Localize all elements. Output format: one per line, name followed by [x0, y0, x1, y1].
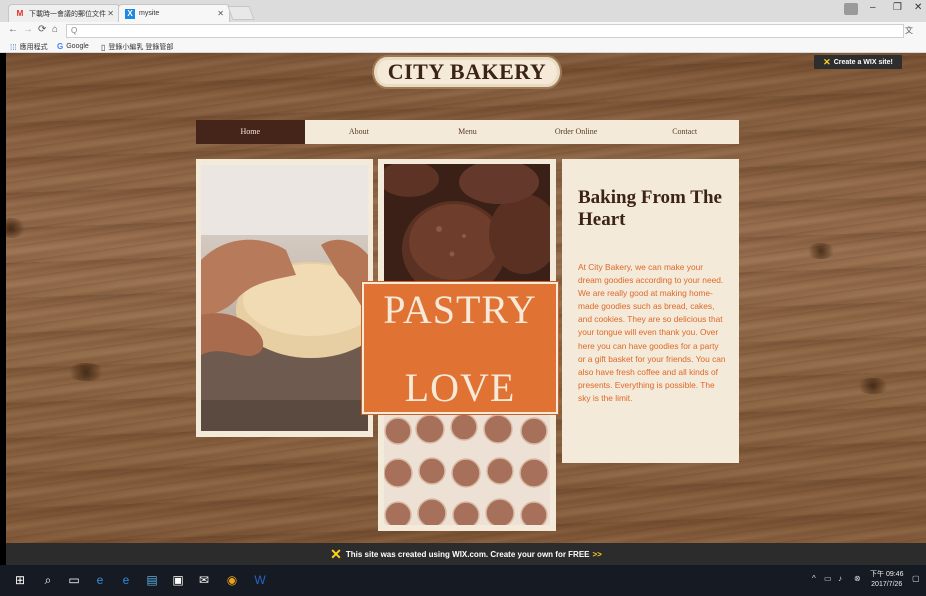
google-icon: G — [57, 42, 64, 51]
internet-explorer-icon[interactable]: e — [118, 572, 134, 588]
menu-menu[interactable]: Menu — [413, 120, 522, 144]
love-text: LOVE — [404, 365, 516, 410]
wood-knot — [6, 218, 26, 238]
wix-page: ✕ Create a WIX site! CITY BAKERY Home Ab… — [6, 53, 926, 543]
bookmarks-bar: ⁞⁞⁞ 應用程式 G Google ▯ 登錄小編乳 登錄管部 — [0, 40, 926, 53]
tab-label: 下載時一會議的郵位文件 — [29, 10, 106, 18]
network-icon[interactable]: ▭ — [824, 574, 832, 583]
logo-text: CITY BAKERY — [387, 59, 547, 84]
notifications-icon[interactable]: ▢ — [912, 574, 920, 583]
task-view-icon[interactable]: ▭ — [66, 572, 82, 588]
wix-icon: X — [125, 8, 135, 19]
search-icon[interactable]: ⌕ — [40, 572, 56, 588]
photo-frame — [196, 159, 373, 437]
apps-icon: ⁞⁞⁞ — [10, 42, 17, 52]
menu-about[interactable]: About — [305, 120, 414, 144]
muffins-illustration — [384, 164, 550, 290]
wood-knot — [856, 378, 890, 394]
wix-banner-text: This site was created using WIX.com. Cre… — [345, 549, 590, 559]
bookmark-apps[interactable]: ⁞⁞⁞ 應用程式 — [10, 42, 48, 52]
reload-icon[interactable]: ⟳ — [38, 24, 46, 35]
page-icon: ▯ — [101, 42, 106, 52]
address-bar[interactable]: Q — [66, 24, 904, 38]
back-icon[interactable]: ← — [8, 24, 18, 35]
create-wix-site-button[interactable]: ✕ Create a WIX site! — [814, 55, 902, 69]
cookies-photo — [384, 413, 550, 525]
toolbar: ← → ⟳ ⌂ Q 文 — [0, 22, 926, 40]
dough-illustration — [201, 165, 368, 431]
windows-start-icon[interactable]: ⊞ — [12, 572, 28, 588]
tab-mysite[interactable]: X mysite ✕ — [118, 4, 230, 22]
chrome-icon[interactable]: ◉ — [224, 572, 240, 588]
translate-icon[interactable]: 文 — [905, 25, 913, 36]
bookmark-google[interactable]: G Google — [57, 42, 89, 51]
system-clock[interactable]: 下午 09:46 2017/7/26 — [870, 570, 903, 590]
wix-footer-banner[interactable]: ✕ This site was created using WIX.com. C… — [6, 543, 926, 565]
windows-taskbar: ⊞ ⌕ ▭ e e ▤ ▣ ✉ ◉ W ^ ▭ ♪ ⊗ 下午 09:46 201… — [0, 565, 926, 596]
tab-gmail[interactable]: M 下載時一會議的郵位文件 ✕ — [8, 4, 120, 22]
tab-label: mysite — [139, 10, 160, 17]
close-window-icon[interactable]: ✕ — [914, 2, 922, 13]
clock-date: 2017/7/26 — [871, 581, 903, 588]
bookmark-label: 登錄小編乳 登錄管部 — [108, 44, 174, 51]
pastry-text: PASTRY — [383, 287, 537, 332]
section-body: At City Bakery, we can make your dream g… — [578, 262, 726, 403]
muffins-photo — [384, 164, 550, 290]
menu-home[interactable]: Home — [196, 120, 305, 144]
mail-icon[interactable]: ✉ — [196, 572, 212, 588]
close-tab-icon[interactable]: ✕ — [107, 9, 114, 18]
maximize-icon[interactable]: ❐ — [893, 2, 902, 13]
create-wix-label: Create a WIX site! — [833, 58, 893, 66]
about-panel: Baking From The Heart At City Bakery, we… — [562, 159, 739, 463]
bookmark-label: 應用程式 — [19, 44, 48, 51]
menu-contact[interactable]: Contact — [630, 120, 739, 144]
ime-icon[interactable]: ⊗ — [854, 574, 861, 583]
new-tab-button[interactable] — [227, 6, 255, 20]
cookies-illustration — [384, 413, 550, 525]
bookmark-page[interactable]: ▯ 登錄小編乳 登錄管部 — [101, 42, 173, 52]
minimize-icon[interactable]: – — [870, 2, 876, 13]
wix-logo-icon: ✕ — [823, 56, 831, 67]
dough-photo — [201, 165, 368, 431]
tray-chevron-icon[interactable]: ^ — [812, 574, 816, 583]
edge-icon[interactable]: e — [92, 572, 108, 588]
close-tab-icon[interactable]: ✕ — [217, 9, 224, 18]
wood-knot — [806, 243, 836, 259]
word-icon[interactable]: W — [252, 572, 268, 588]
gmail-icon: M — [16, 8, 24, 18]
store-icon[interactable]: ▣ — [170, 572, 186, 588]
pastry-love-banner: PASTRY LOVE — [361, 281, 559, 415]
file-explorer-icon[interactable]: ▤ — [144, 572, 160, 588]
wix-logo-icon: ✕ — [330, 545, 342, 562]
forward-icon[interactable]: → — [23, 24, 33, 35]
menu-order-online[interactable]: Order Online — [522, 120, 631, 144]
site-logo[interactable]: CITY BAKERY — [362, 53, 572, 93]
section-heading: Baking From The Heart — [578, 187, 722, 230]
home-icon[interactable]: ⌂ — [52, 24, 58, 35]
volume-icon[interactable]: ♪ — [838, 574, 842, 583]
clock-time: 下午 09:46 — [870, 571, 904, 578]
site-menu: Home About Menu Order Online Contact — [196, 120, 739, 144]
wood-knot — [66, 363, 106, 381]
browser-tab-strip: M 下載時一會議的郵位文件 ✕ X mysite ✕ – ❐ ✕ — [0, 0, 926, 22]
profile-icon[interactable] — [844, 3, 858, 15]
bookmark-label: Google — [66, 43, 89, 50]
wix-banner-arrow: >> — [592, 549, 602, 559]
